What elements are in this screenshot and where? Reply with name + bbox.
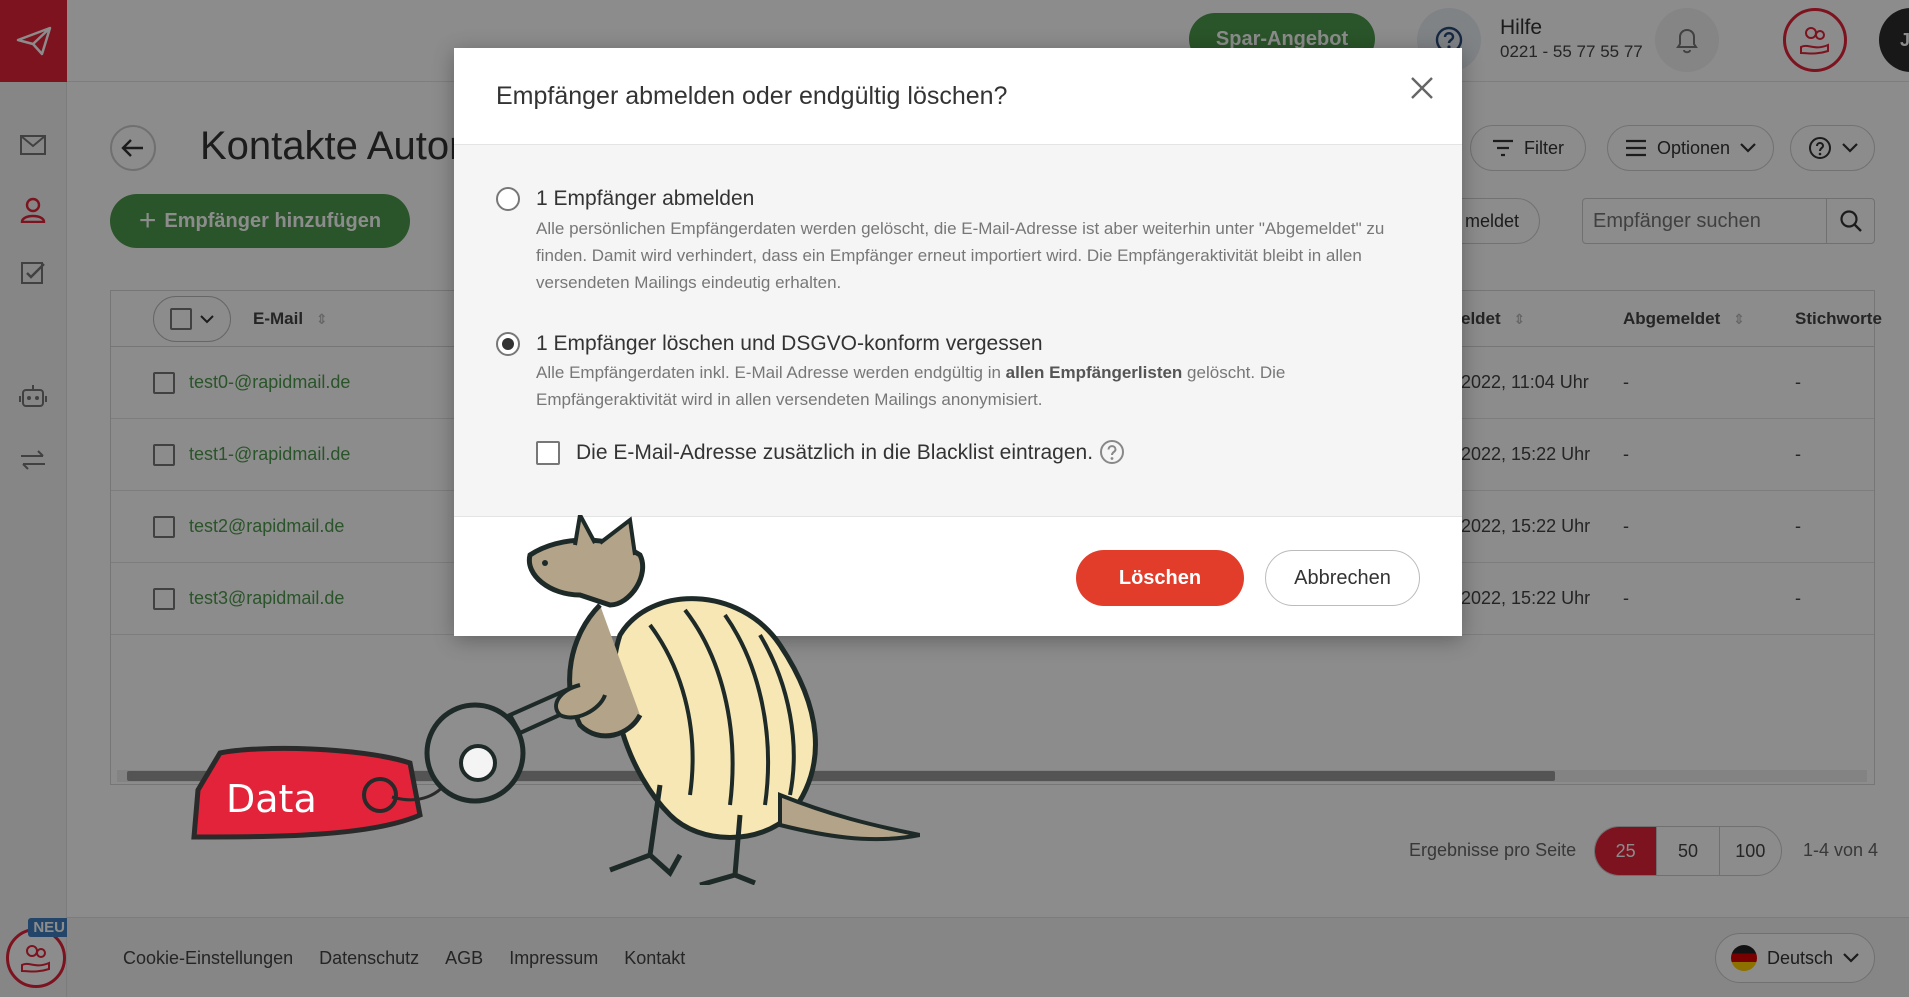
radio-unsubscribe[interactable]: [496, 187, 520, 211]
blacklist-checkbox[interactable]: [536, 441, 560, 465]
option-delete-description-part: Alle Empfängerdaten inkl. E-Mail Adresse…: [536, 363, 1006, 382]
radio-delete-forget[interactable]: [496, 332, 520, 356]
help-tooltip-icon[interactable]: [1098, 438, 1126, 466]
blacklist-label[interactable]: Die E-Mail-Adresse zusätzlich in die Bla…: [576, 441, 1093, 465]
delete-button[interactable]: Löschen: [1076, 550, 1244, 606]
close-icon[interactable]: [1404, 70, 1440, 106]
option-delete-label[interactable]: 1 Empfänger löschen und DSGVO-konform ve…: [536, 332, 1043, 356]
armadillo-body: [526, 515, 920, 885]
cancel-button[interactable]: Abbrechen: [1265, 550, 1420, 606]
armadillo-mascot: Data: [191, 515, 920, 885]
dialog-title: Empfänger abmelden oder endgültig lösche…: [496, 82, 1008, 110]
option-unsubscribe-description: Alle persönlichen Empfängerdaten werden …: [536, 219, 1385, 292]
option-unsubscribe-label[interactable]: 1 Empfänger abmelden: [536, 187, 754, 211]
dialog-body: 1 Empfänger abmelden Alle persönlichen E…: [454, 145, 1462, 517]
option-delete-description-bold: allen Empfängerlisten: [1005, 363, 1183, 382]
dialog-header: Empfänger abmelden oder endgültig lösche…: [454, 48, 1462, 145]
option-delete-description: Alle Empfängerdaten inkl. E-Mail Adresse…: [536, 359, 1426, 413]
data-tag-label: Data: [226, 777, 317, 821]
